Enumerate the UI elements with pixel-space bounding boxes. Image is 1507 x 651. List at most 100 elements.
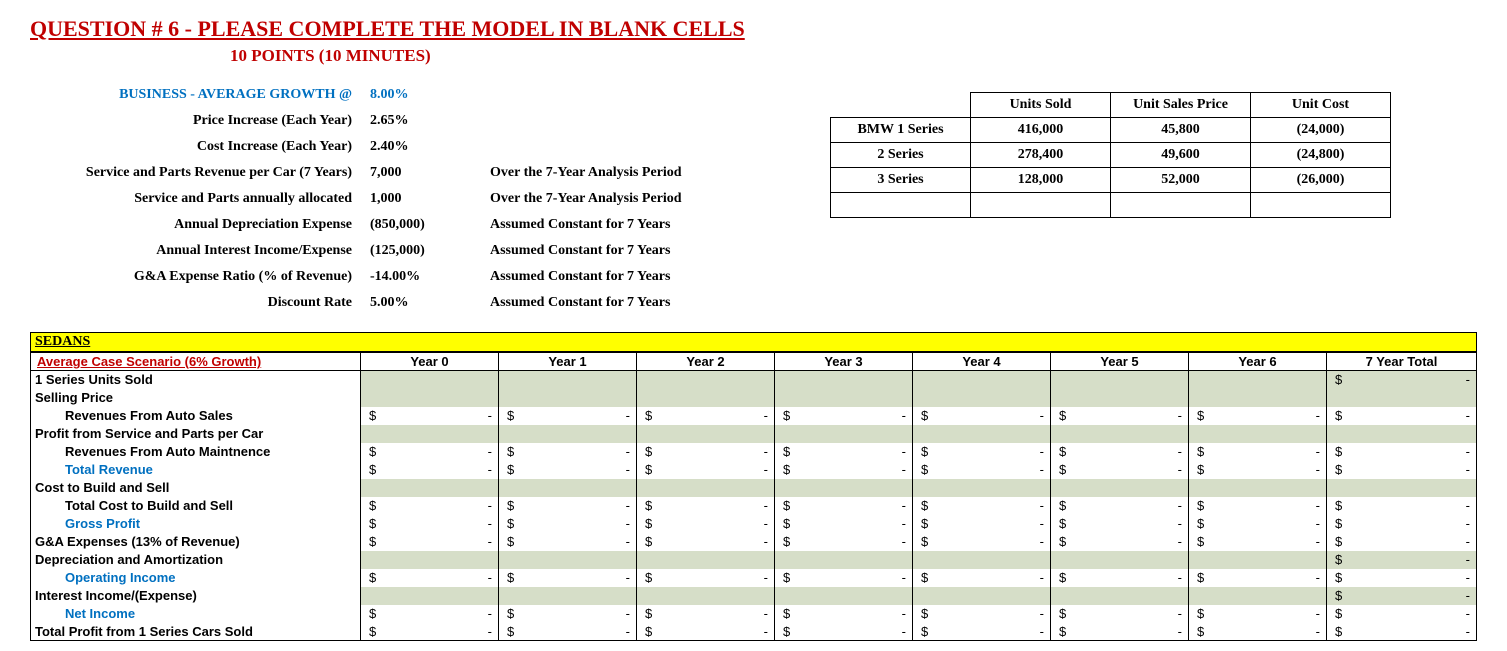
model-cell[interactable]: -	[775, 533, 913, 551]
model-cell[interactable]	[775, 425, 913, 443]
model-cell[interactable]	[1189, 587, 1327, 605]
model-cell[interactable]: -	[1189, 623, 1327, 641]
model-cell[interactable]: -	[913, 443, 1051, 461]
model-cell[interactable]: -	[1189, 497, 1327, 515]
model-cell[interactable]	[637, 551, 775, 569]
model-cell[interactable]: -	[637, 569, 775, 587]
model-cell[interactable]	[637, 371, 775, 389]
model-total-cell[interactable]: -	[1327, 587, 1477, 605]
model-cell[interactable]: -	[499, 605, 637, 623]
model-cell[interactable]: -	[1189, 461, 1327, 479]
model-cell[interactable]: -	[775, 515, 913, 533]
model-cell[interactable]	[499, 479, 637, 497]
model-total-cell[interactable]: -	[1327, 605, 1477, 623]
model-cell[interactable]: -	[361, 443, 499, 461]
model-cell[interactable]	[913, 389, 1051, 407]
model-cell[interactable]	[499, 425, 637, 443]
model-cell[interactable]	[775, 587, 913, 605]
model-cell[interactable]: -	[1051, 407, 1189, 425]
model-cell[interactable]	[775, 479, 913, 497]
model-cell[interactable]: -	[637, 533, 775, 551]
model-cell[interactable]: -	[1051, 623, 1189, 641]
model-cell[interactable]	[775, 371, 913, 389]
model-cell[interactable]	[1189, 551, 1327, 569]
model-cell[interactable]: -	[637, 605, 775, 623]
model-cell[interactable]	[499, 587, 637, 605]
model-cell[interactable]: -	[361, 497, 499, 515]
model-cell[interactable]	[499, 551, 637, 569]
model-total-cell[interactable]: -	[1327, 443, 1477, 461]
model-cell[interactable]: -	[913, 497, 1051, 515]
model-cell[interactable]: -	[775, 407, 913, 425]
model-total-cell[interactable]	[1327, 425, 1477, 443]
model-cell[interactable]: -	[637, 623, 775, 641]
model-total-cell[interactable]: -	[1327, 515, 1477, 533]
model-cell[interactable]	[1189, 425, 1327, 443]
model-cell[interactable]: -	[499, 407, 637, 425]
model-cell[interactable]	[1189, 389, 1327, 407]
model-cell[interactable]: -	[775, 623, 913, 641]
model-cell[interactable]	[913, 371, 1051, 389]
model-cell[interactable]	[361, 479, 499, 497]
model-total-cell[interactable]: -	[1327, 533, 1477, 551]
model-cell[interactable]	[361, 587, 499, 605]
model-cell[interactable]: -	[637, 407, 775, 425]
model-cell[interactable]: -	[1051, 443, 1189, 461]
model-cell[interactable]: -	[637, 461, 775, 479]
model-cell[interactable]	[1051, 389, 1189, 407]
model-cell[interactable]: -	[499, 515, 637, 533]
model-cell[interactable]: -	[1051, 497, 1189, 515]
model-total-cell[interactable]: -	[1327, 407, 1477, 425]
model-cell[interactable]: -	[775, 605, 913, 623]
model-cell[interactable]: -	[913, 605, 1051, 623]
model-cell[interactable]: -	[361, 569, 499, 587]
model-cell[interactable]: -	[499, 533, 637, 551]
model-cell[interactable]	[775, 551, 913, 569]
model-cell[interactable]	[361, 389, 499, 407]
model-cell[interactable]	[361, 551, 499, 569]
model-cell[interactable]: -	[637, 443, 775, 461]
model-cell[interactable]: -	[913, 461, 1051, 479]
model-cell[interactable]: -	[361, 515, 499, 533]
model-cell[interactable]	[913, 479, 1051, 497]
model-cell[interactable]	[1189, 371, 1327, 389]
model-cell[interactable]	[913, 425, 1051, 443]
model-cell[interactable]	[913, 551, 1051, 569]
model-total-cell[interactable]: -	[1327, 497, 1477, 515]
model-cell[interactable]: -	[499, 569, 637, 587]
model-cell[interactable]: -	[1189, 605, 1327, 623]
model-cell[interactable]: -	[1051, 569, 1189, 587]
model-cell[interactable]: -	[361, 623, 499, 641]
model-cell[interactable]: -	[361, 407, 499, 425]
model-cell[interactable]	[361, 371, 499, 389]
model-cell[interactable]: -	[361, 605, 499, 623]
model-cell[interactable]: -	[775, 497, 913, 515]
model-cell[interactable]	[637, 425, 775, 443]
model-cell[interactable]	[1051, 425, 1189, 443]
model-cell[interactable]	[499, 371, 637, 389]
model-cell[interactable]: -	[775, 569, 913, 587]
model-cell[interactable]: -	[913, 407, 1051, 425]
model-total-cell[interactable]: -	[1327, 569, 1477, 587]
model-cell[interactable]	[499, 389, 637, 407]
model-total-cell[interactable]: -	[1327, 551, 1477, 569]
model-cell[interactable]: -	[1189, 569, 1327, 587]
model-cell[interactable]	[1051, 587, 1189, 605]
model-cell[interactable]: -	[1051, 461, 1189, 479]
model-cell[interactable]	[1189, 479, 1327, 497]
model-cell[interactable]: -	[1051, 515, 1189, 533]
model-cell[interactable]	[1051, 551, 1189, 569]
model-total-cell[interactable]	[1327, 389, 1477, 407]
model-cell[interactable]	[775, 389, 913, 407]
model-cell[interactable]: -	[1189, 515, 1327, 533]
model-cell[interactable]: -	[913, 569, 1051, 587]
model-cell[interactable]: -	[361, 533, 499, 551]
model-cell[interactable]: -	[1189, 407, 1327, 425]
model-cell[interactable]	[1051, 479, 1189, 497]
model-cell[interactable]	[913, 587, 1051, 605]
model-cell[interactable]: -	[913, 623, 1051, 641]
model-cell[interactable]: -	[637, 497, 775, 515]
model-cell[interactable]	[637, 587, 775, 605]
model-cell[interactable]: -	[499, 461, 637, 479]
model-cell[interactable]	[637, 389, 775, 407]
